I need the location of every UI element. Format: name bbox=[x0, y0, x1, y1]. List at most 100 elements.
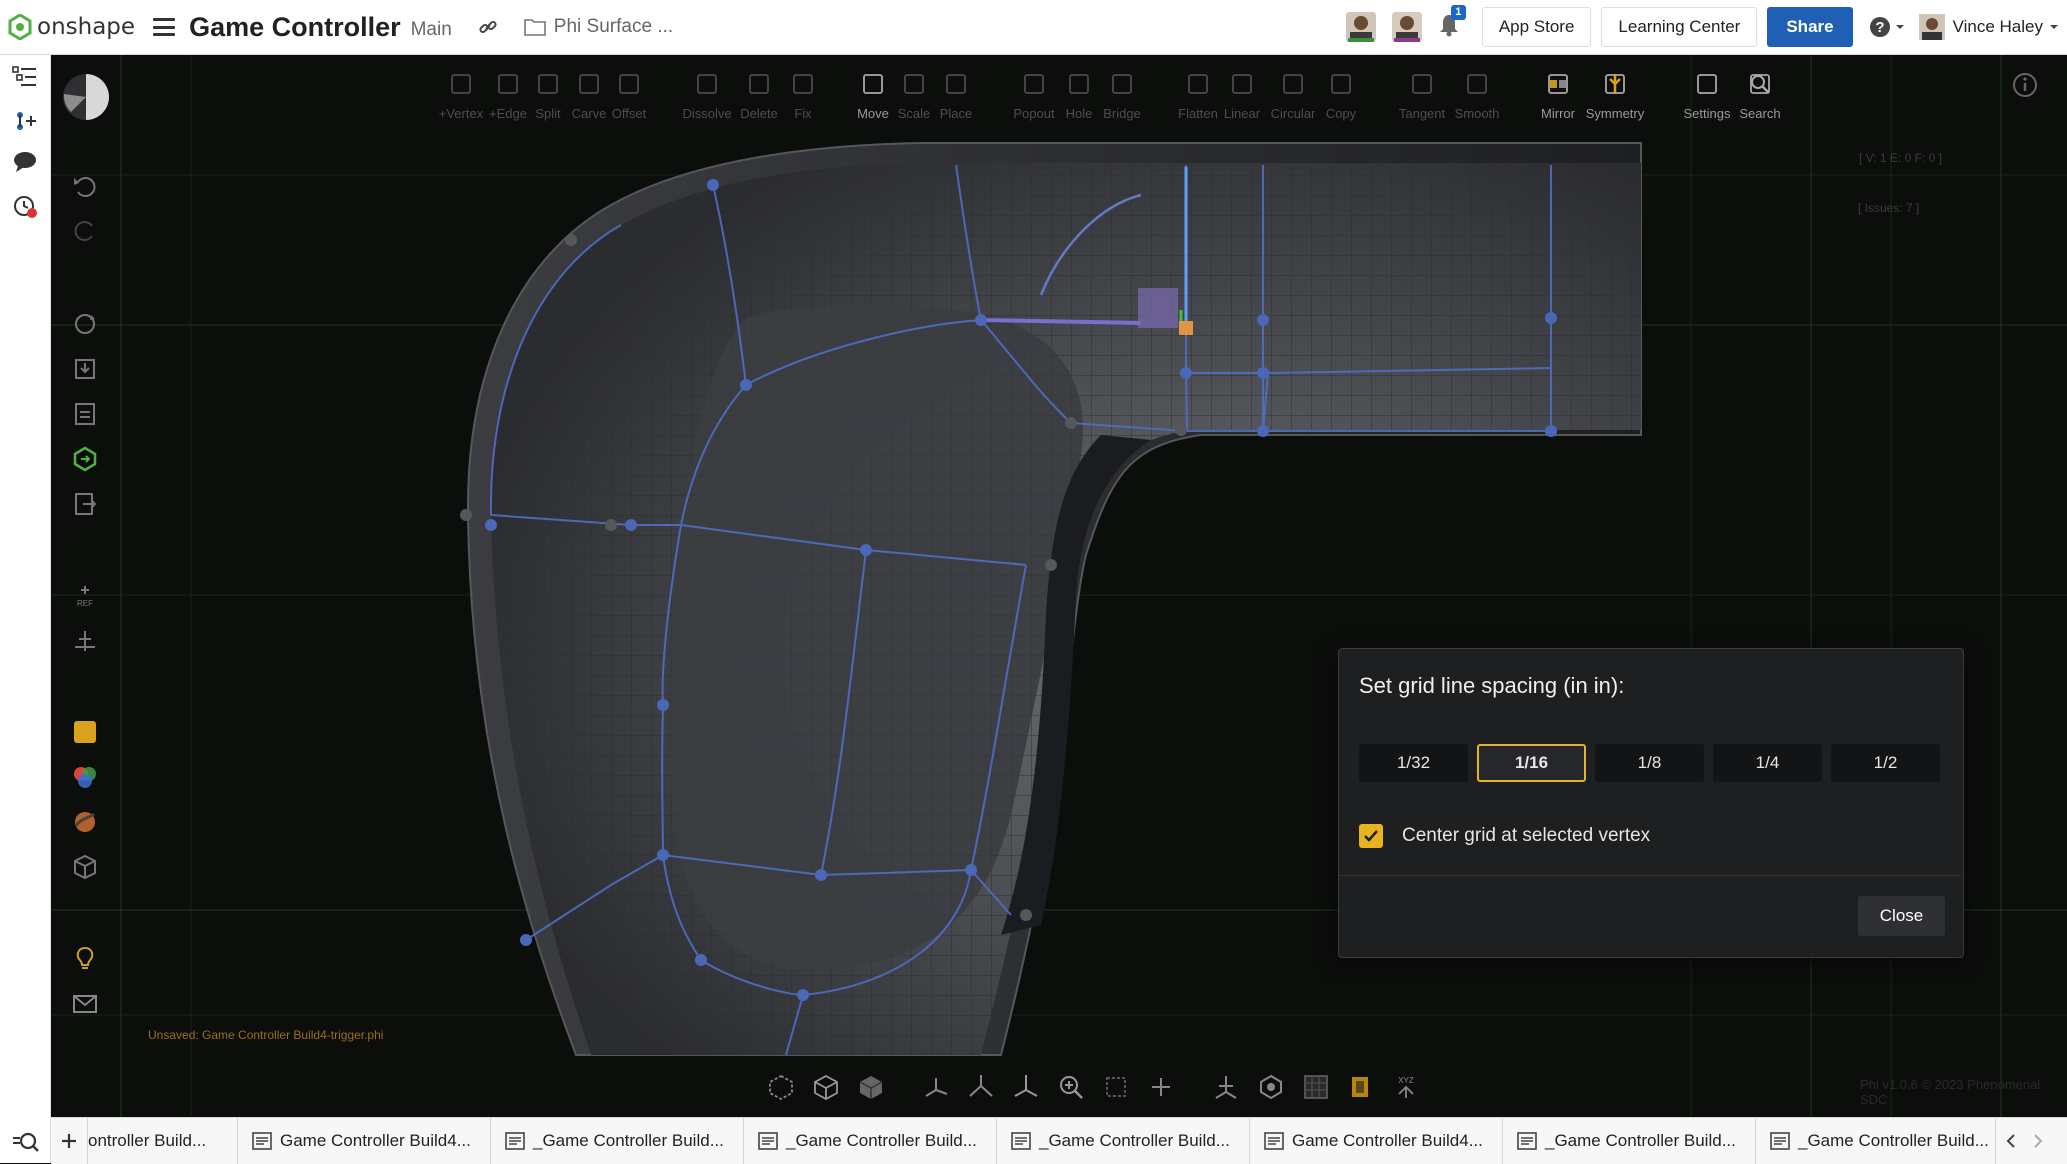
spacing-option-1-8[interactable]: 1/8 bbox=[1595, 744, 1704, 782]
tab-scroll-right[interactable] bbox=[2026, 1118, 2050, 1164]
wireframe-view-icon[interactable] bbox=[766, 1072, 796, 1102]
tool-flatten-icon bbox=[1188, 74, 1208, 94]
help-menu[interactable]: ? bbox=[1869, 16, 1905, 38]
collaborator-avatar[interactable] bbox=[1391, 12, 1422, 42]
export-icon[interactable] bbox=[71, 490, 99, 518]
mail-icon[interactable] bbox=[71, 990, 99, 1018]
tool-move-icon bbox=[863, 74, 883, 94]
close-button[interactable]: Close bbox=[1858, 896, 1945, 936]
menu-icon[interactable] bbox=[153, 18, 176, 36]
tool-copy[interactable]: Copy bbox=[1311, 71, 1371, 121]
tab-label: _Game Controller Build... bbox=[1798, 1131, 1989, 1150]
branch-label[interactable]: Main bbox=[411, 19, 452, 41]
add-reference-icon[interactable]: REF bbox=[71, 582, 99, 610]
tool-vertex-icon bbox=[451, 74, 471, 94]
document-tab[interactable]: _Game Controller Build... bbox=[1503, 1118, 1756, 1164]
link-icon[interactable] bbox=[478, 17, 498, 37]
tab-label: Game Controller Build4... bbox=[280, 1131, 471, 1150]
xyz-axes-icon[interactable]: XYZ bbox=[1391, 1072, 1421, 1102]
section-view-icon[interactable] bbox=[1101, 1072, 1131, 1102]
folder-breadcrumb[interactable]: Phi Surface ... bbox=[523, 16, 673, 38]
tool-symmetry[interactable]: Symmetry bbox=[1585, 71, 1645, 121]
spacing-option-1-16[interactable]: 1/16 bbox=[1477, 744, 1586, 782]
share-button[interactable]: Share bbox=[1767, 7, 1853, 47]
undo-icon[interactable] bbox=[71, 172, 99, 200]
outline-view-icon[interactable] bbox=[811, 1072, 841, 1102]
shaded-view-icon[interactable] bbox=[856, 1072, 886, 1102]
reference-plane-icon[interactable] bbox=[71, 627, 99, 655]
add-point-icon[interactable] bbox=[1146, 1072, 1176, 1102]
document-tab[interactable]: ontroller Build... bbox=[88, 1118, 238, 1164]
axis-top-icon[interactable] bbox=[1011, 1072, 1041, 1102]
tool-tangent[interactable]: Tangent bbox=[1392, 71, 1452, 121]
collaborator-avatar[interactable] bbox=[1345, 12, 1376, 42]
feature-list-icon[interactable] bbox=[12, 65, 38, 89]
tool-dissolve[interactable]: Dissolve bbox=[677, 71, 737, 121]
snap-icon[interactable] bbox=[1346, 1072, 1376, 1102]
lightbulb-icon[interactable] bbox=[71, 945, 99, 973]
tool-place[interactable]: Place bbox=[926, 71, 986, 121]
center-grid-row[interactable]: Center grid at selected vertex bbox=[1359, 824, 1650, 848]
tab-document-icon bbox=[1770, 1132, 1790, 1150]
version-history-icon[interactable] bbox=[12, 193, 38, 219]
tab-label: Game Controller Build4... bbox=[1292, 1131, 1483, 1150]
axis-left-icon[interactable] bbox=[921, 1072, 951, 1102]
user-name: Vince Haley bbox=[1952, 17, 2043, 36]
environment-icon[interactable] bbox=[71, 808, 99, 836]
tab-scroll-left[interactable] bbox=[1996, 1118, 2026, 1164]
tool-smooth[interactable]: Smooth bbox=[1447, 71, 1507, 121]
refresh-icon[interactable] bbox=[71, 310, 99, 338]
color-palette-icon[interactable] bbox=[71, 763, 99, 791]
3d-viewport[interactable]: +Vertex +Edge Split Carve Offset Dissolve Dele… bbox=[51, 55, 2067, 1117]
material-color-icon[interactable] bbox=[71, 718, 99, 746]
spacing-options: 1/32 1/16 1/8 1/4 1/2 bbox=[1359, 744, 1940, 782]
spacing-option-1-4[interactable]: 1/4 bbox=[1713, 744, 1822, 782]
tool-copy-icon bbox=[1331, 74, 1351, 94]
redo-icon[interactable] bbox=[71, 216, 99, 244]
import-icon[interactable] bbox=[71, 355, 99, 383]
document-tab[interactable]: _Game Controller Build... bbox=[744, 1118, 997, 1164]
spacing-option-1-32[interactable]: 1/32 bbox=[1359, 744, 1468, 782]
grid-toggle-icon[interactable] bbox=[1301, 1072, 1331, 1102]
tool-bridge-icon bbox=[1112, 74, 1132, 94]
tool-offset[interactable]: Offset bbox=[599, 71, 659, 121]
svg-text:XYZ: XYZ bbox=[1398, 1076, 1414, 1085]
tool-fix[interactable]: Fix bbox=[773, 71, 833, 121]
checkmark-icon bbox=[1364, 830, 1378, 842]
user-menu[interactable]: Vince Haley bbox=[1918, 14, 2059, 40]
document-tab[interactable]: _Game Controller Build... bbox=[491, 1118, 744, 1164]
document-tab[interactable]: _Game Controller Build... bbox=[1756, 1118, 1996, 1164]
center-grid-checkbox[interactable] bbox=[1359, 824, 1383, 848]
selected-vertex-handle[interactable] bbox=[1138, 288, 1178, 328]
document-title[interactable]: Game Controller bbox=[189, 12, 401, 43]
axis-iso-icon[interactable] bbox=[966, 1072, 996, 1102]
comments-icon[interactable] bbox=[12, 150, 38, 174]
pivot-icon[interactable] bbox=[1211, 1072, 1241, 1102]
spacing-option-1-2[interactable]: 1/2 bbox=[1831, 744, 1940, 782]
add-tab-button[interactable] bbox=[51, 1118, 88, 1164]
tool-mirror[interactable]: Mirror bbox=[1528, 71, 1588, 121]
save-icon[interactable] bbox=[71, 400, 99, 428]
onshape-logo[interactable]: onshape bbox=[8, 14, 135, 40]
onshape-export-icon[interactable] bbox=[71, 445, 99, 473]
tab-document-icon bbox=[1517, 1132, 1537, 1150]
document-tab[interactable]: _Game Controller Build... bbox=[997, 1118, 1250, 1164]
tool-bridge[interactable]: Bridge bbox=[1092, 71, 1152, 121]
tool-settings[interactable]: Settings bbox=[1677, 71, 1737, 121]
search-panel-icon[interactable] bbox=[12, 1130, 40, 1154]
zoom-icon[interactable] bbox=[1056, 1072, 1086, 1102]
view-cube-icon[interactable] bbox=[61, 72, 111, 122]
info-icon[interactable] bbox=[2011, 71, 2039, 99]
tool-label: Symmetry bbox=[1585, 106, 1645, 121]
gem-icon[interactable] bbox=[1256, 1072, 1286, 1102]
tool-label: Bridge bbox=[1103, 106, 1141, 121]
onshape-logo-icon bbox=[8, 14, 32, 40]
app-store-button[interactable]: App Store bbox=[1481, 7, 1592, 47]
document-tab[interactable]: Game Controller Build4... bbox=[238, 1118, 491, 1164]
learning-center-button[interactable]: Learning Center bbox=[1601, 7, 1758, 47]
box-view-icon[interactable] bbox=[71, 853, 99, 881]
document-tab[interactable]: Game Controller Build4... bbox=[1250, 1118, 1503, 1164]
notifications-button[interactable]: 1 bbox=[1438, 4, 1466, 42]
tool-search[interactable]: Search bbox=[1730, 71, 1790, 121]
insert-feature-icon[interactable] bbox=[12, 107, 38, 133]
